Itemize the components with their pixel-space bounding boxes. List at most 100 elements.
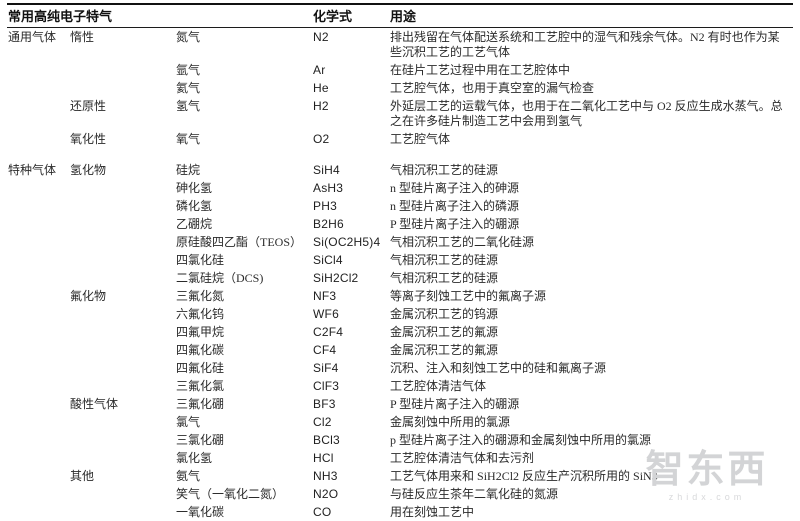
cell-category <box>7 503 69 521</box>
table-row: 砷化氢 AsH3 n 型硅片离子注入的砷源 <box>7 179 793 197</box>
cell-use: 排出残留在气体配送系统和工艺腔中的湿气和残余气体。N2 有时也作为某些沉积工艺的… <box>389 28 793 62</box>
table-row: 一氧化碳 CO 用在刻蚀工艺中 <box>7 503 793 521</box>
cell-subcategory <box>69 233 175 251</box>
cell-formula: CF4 <box>312 341 389 359</box>
cell-gas-name: 氦气 <box>175 79 312 97</box>
cell-formula: SiF4 <box>312 359 389 377</box>
cell-category <box>7 79 69 97</box>
cell-use: 金属沉积工艺的氟源 <box>389 323 793 341</box>
cell-formula: AsH3 <box>312 179 389 197</box>
cell-subcategory <box>69 215 175 233</box>
cell-use: n 型硅片离子注入的砷源 <box>389 179 793 197</box>
electronic-special-gases-table: 常用高纯电子特气 化学式 用途 通用气体 惰性 氮气 N2 排出残留在气体配送系… <box>7 3 793 521</box>
cell-category <box>7 467 69 485</box>
column-header-formula: 化学式 <box>312 4 389 28</box>
cell-use: 气相沉积工艺的硅源 <box>389 251 793 269</box>
cell-use: 工艺腔气体 <box>389 130 793 148</box>
cell-use: 外延层工艺的运载气体，也用于在二氧化工艺中与 O2 反应生成水蒸气。总之在许多硅… <box>389 97 793 130</box>
table-row: 其他 氨气 NH3 工艺气体用来和 SiH2Cl2 反应生产沉积所用的 SiN3 <box>7 467 793 485</box>
cell-subcategory: 酸性气体 <box>69 395 175 413</box>
table-row: 三氯化硼 BCl3 p 型硅片离子注入的硼源和金属刻蚀中所用的氯源 <box>7 431 793 449</box>
cell-subcategory <box>69 359 175 377</box>
cell-gas-name: 一氧化碳 <box>175 503 312 521</box>
cell-subcategory <box>69 341 175 359</box>
cell-gas-name: 磷化氢 <box>175 197 312 215</box>
cell-formula: H2 <box>312 97 389 130</box>
cell-gas-name: 硅烷 <box>175 148 312 179</box>
cell-gas-name: 二氯硅烷（DCS) <box>175 269 312 287</box>
cell-use: 在硅片工艺过程中用在工艺腔体中 <box>389 61 793 79</box>
cell-formula: PH3 <box>312 197 389 215</box>
cell-subcategory: 氟化物 <box>69 287 175 305</box>
column-header-use: 用途 <box>389 4 793 28</box>
cell-use: 用在刻蚀工艺中 <box>389 503 793 521</box>
cell-formula: He <box>312 79 389 97</box>
table-row: 酸性气体 三氟化硼 BF3 P 型硅片离子注入的硼源 <box>7 395 793 413</box>
cell-category: 特种气体 <box>7 148 69 179</box>
cell-category <box>7 269 69 287</box>
cell-use: 工艺腔气体，也用于真空室的漏气检查 <box>389 79 793 97</box>
cell-gas-name: 四氯化硅 <box>175 251 312 269</box>
table-row: 四氯化硅 SiCl4 气相沉积工艺的硅源 <box>7 251 793 269</box>
cell-formula: Cl2 <box>312 413 389 431</box>
cell-category <box>7 233 69 251</box>
cell-subcategory: 氧化性 <box>69 130 175 148</box>
cell-formula: ClF3 <box>312 377 389 395</box>
cell-use: 工艺气体用来和 SiH2Cl2 反应生产沉积所用的 SiN3 <box>389 467 793 485</box>
table-row: 四氟甲烷 C2F4 金属沉积工艺的氟源 <box>7 323 793 341</box>
cell-gas-name: 四氟甲烷 <box>175 323 312 341</box>
cell-subcategory: 还原性 <box>69 97 175 130</box>
cell-subcategory: 氢化物 <box>69 148 175 179</box>
cell-category <box>7 413 69 431</box>
cell-gas-name: 四氟化碳 <box>175 341 312 359</box>
cell-formula: O2 <box>312 130 389 148</box>
cell-category <box>7 431 69 449</box>
cell-use: 等离子刻蚀工艺中的氟离子源 <box>389 287 793 305</box>
cell-subcategory <box>69 61 175 79</box>
cell-formula: BF3 <box>312 395 389 413</box>
cell-gas-name: 六氟化钨 <box>175 305 312 323</box>
cell-subcategory: 其他 <box>69 467 175 485</box>
cell-formula: HCl <box>312 449 389 467</box>
table-row: 三氟化氯 ClF3 工艺腔体清洁气体 <box>7 377 793 395</box>
cell-category <box>7 130 69 148</box>
cell-category: 通用气体 <box>7 28 69 62</box>
cell-gas-name: 三氟化硼 <box>175 395 312 413</box>
cell-category <box>7 251 69 269</box>
cell-gas-name: 氧气 <box>175 130 312 148</box>
cell-subcategory: 惰性 <box>69 28 175 62</box>
cell-formula: SiH2Cl2 <box>312 269 389 287</box>
table-row: 氩气 Ar 在硅片工艺过程中用在工艺腔体中 <box>7 61 793 79</box>
cell-use: 气相沉积工艺的二氧化硅源 <box>389 233 793 251</box>
table-row: 笑气（一氧化二氮） N2O 与硅反应生茶年二氧化硅的氮源 <box>7 485 793 503</box>
cell-use: 金属沉积工艺的氟源 <box>389 341 793 359</box>
table-row: 二氯硅烷（DCS) SiH2Cl2 气相沉积工艺的硅源 <box>7 269 793 287</box>
cell-category <box>7 323 69 341</box>
cell-use: P 型硅片离子注入的硼源 <box>389 215 793 233</box>
cell-use: 气相沉积工艺的硅源 <box>389 269 793 287</box>
cell-use: n 型硅片离子注入的磷源 <box>389 197 793 215</box>
cell-subcategory <box>69 251 175 269</box>
cell-subcategory <box>69 449 175 467</box>
cell-subcategory <box>69 431 175 449</box>
cell-category <box>7 485 69 503</box>
report-table-page: 常用高纯电子特气 化学式 用途 通用气体 惰性 氮气 N2 排出残留在气体配送系… <box>0 0 800 521</box>
cell-subcategory <box>69 269 175 287</box>
cell-subcategory <box>69 413 175 431</box>
table-row: 氦气 He 工艺腔气体，也用于真空室的漏气检查 <box>7 79 793 97</box>
cell-gas-name: 三氯化硼 <box>175 431 312 449</box>
cell-subcategory <box>69 179 175 197</box>
cell-use: p 型硅片离子注入的硼源和金属刻蚀中所用的氯源 <box>389 431 793 449</box>
cell-gas-name: 原硅酸四乙酯（TEOS） <box>175 233 312 251</box>
cell-use: 沉积、注入和刻蚀工艺中的硅和氟离子源 <box>389 359 793 377</box>
cell-gas-name: 氮气 <box>175 28 312 62</box>
cell-use: 工艺腔体清洁气体 <box>389 377 793 395</box>
table-row: 四氟化硅 SiF4 沉积、注入和刻蚀工艺中的硅和氟离子源 <box>7 359 793 377</box>
cell-gas-name: 氯气 <box>175 413 312 431</box>
cell-formula: B2H6 <box>312 215 389 233</box>
cell-category <box>7 287 69 305</box>
cell-gas-name: 氩气 <box>175 61 312 79</box>
table-row: 四氟化碳 CF4 金属沉积工艺的氟源 <box>7 341 793 359</box>
cell-use: 金属沉积工艺的钨源 <box>389 305 793 323</box>
cell-category <box>7 395 69 413</box>
